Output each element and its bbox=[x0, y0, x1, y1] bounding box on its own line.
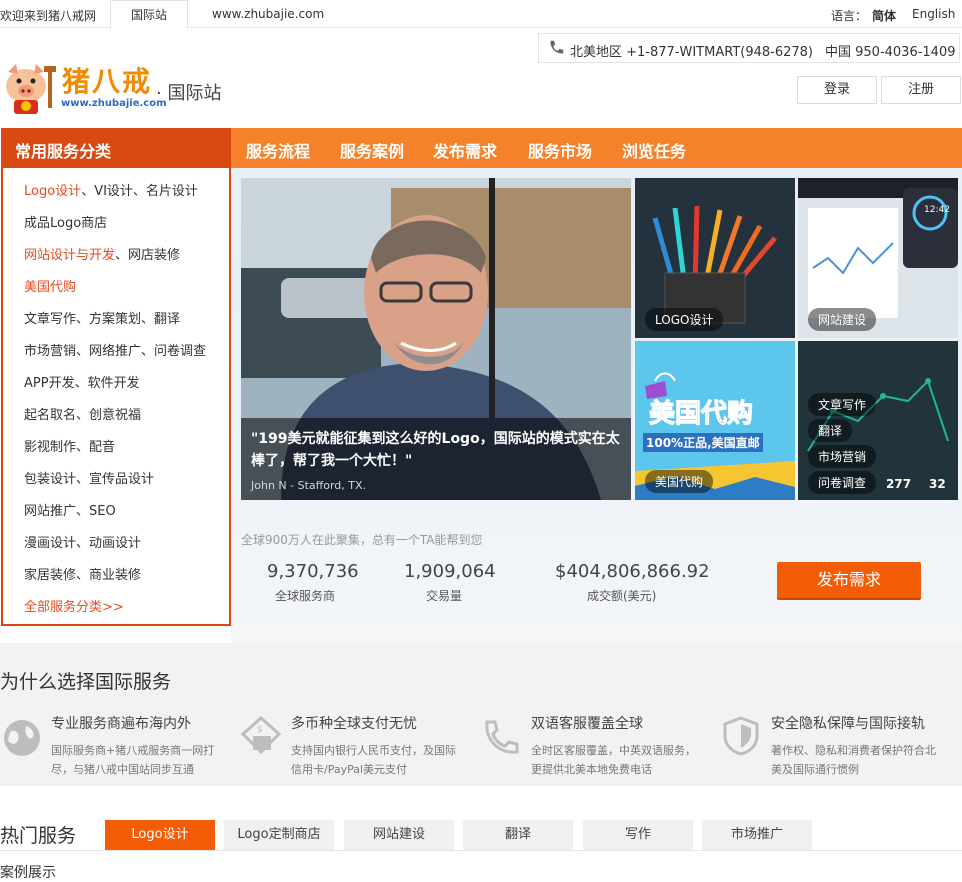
lang-simplified[interactable]: 简体 bbox=[872, 7, 896, 24]
sidebar-item-packaging[interactable]: 包装设计、宣传品设计 bbox=[24, 468, 154, 487]
tile-label-web: 网站建设 bbox=[808, 308, 877, 331]
why-item-1-desc: 国际服务商+猪八戒服务商一网打 尽，与猪八戒中国站同步互通 bbox=[51, 744, 215, 776]
sidebar-title: 常用服务分类 bbox=[1, 128, 231, 168]
sidebar-item-web-design[interactable]: 网站设计与开发、网店装修 bbox=[24, 244, 180, 263]
sidebar-item-app-dev[interactable]: APP开发、软件开发 bbox=[24, 372, 140, 391]
stat-transactions-value: 1,909,064 bbox=[404, 561, 496, 582]
link-main-site[interactable]: www.zhubajie.com bbox=[212, 7, 324, 21]
publish-request-button[interactable]: 发布需求 bbox=[777, 562, 921, 598]
nav-browse-tasks[interactable]: 浏览任务 bbox=[622, 138, 686, 162]
why-choose-title: 为什么选择国际服务 bbox=[0, 671, 172, 693]
sidebar-item-video[interactable]: 影视制作、配音 bbox=[24, 436, 115, 455]
shield-icon bbox=[723, 716, 759, 756]
pig-mascot-icon bbox=[6, 64, 56, 114]
service-category-sidebar: Logo设计、VI设计、名片设计 成品Logo商店 网站设计与开发、网店装修 美… bbox=[1, 168, 231, 626]
tile-label-writing: 文章写作 bbox=[808, 393, 877, 416]
nav-service-market[interactable]: 服务市场 bbox=[528, 138, 592, 162]
sidebar-item-marketing[interactable]: 市场营销、网络推广、问卷调查 bbox=[24, 340, 206, 359]
tile-label-survey: 问卷调查 bbox=[808, 471, 877, 494]
main-nav: 服务流程 服务案例 发布需求 服务市场 浏览任务 bbox=[231, 128, 962, 168]
hero-quote-overlay: "199美元就能征集到这么好的Logo，国际站的模式实在太棒了，帮了我一个大忙！… bbox=[241, 418, 631, 500]
phone-china: 中国 950-4036-1409 bbox=[825, 45, 956, 60]
hero-quote-text: "199美元就能征集到这么好的Logo，国际站的模式实在太棒了，帮了我一个大忙！… bbox=[251, 431, 620, 469]
why-item-1-title: 专业服务商遍布海内外 bbox=[51, 716, 191, 732]
tile-chart-value-1: 277 bbox=[886, 477, 912, 491]
top-bar: 欢迎来到猪八戒网 国际站 www.zhubajie.com 语言： 简体 Eng… bbox=[0, 0, 962, 29]
hero-quote-author: John N - Stafford, TX. bbox=[251, 479, 367, 492]
svg-text:$: $ bbox=[257, 725, 263, 735]
phone-icon bbox=[550, 40, 564, 54]
stat-providers-label: 全球服务商 bbox=[275, 589, 336, 603]
why-item-4-desc: 著作权、隐私和消费者保护符合北 美及国际通行惯例 bbox=[771, 744, 936, 776]
tile-logo-design[interactable]: LOGO设计 bbox=[635, 178, 795, 338]
tile-web-build[interactable]: 12:42 网站建设 bbox=[798, 178, 958, 338]
logo-wordmark: 猪八戒 bbox=[62, 65, 153, 98]
tab-international[interactable]: 国际站 bbox=[110, 0, 188, 29]
sidebar-item-logo-store[interactable]: 成品Logo商店 bbox=[24, 212, 107, 231]
why-item-3-desc: 全时区客服覆盖，中英双语服务， 更提供北美本地免费电话 bbox=[531, 744, 696, 776]
tile-label-daigou: 美国代购 bbox=[645, 470, 714, 493]
stat-transactions-label: 交易量 bbox=[426, 589, 463, 603]
tile-writing-marketing[interactable]: 277 32 文章写作 翻译 市场营销 问卷调查 bbox=[798, 341, 958, 500]
language-label: 语言： bbox=[831, 9, 868, 23]
login-button[interactable]: 登录 bbox=[797, 76, 877, 104]
hot-services-divider bbox=[0, 850, 962, 851]
sidebar-item-writing[interactable]: 文章写作、方案策划、翻译 bbox=[24, 308, 180, 327]
stat-volume-value: $404,806,866.92 bbox=[555, 561, 710, 582]
stat-providers-value: 9,370,736 bbox=[267, 561, 359, 582]
hot-tab-logo-design[interactable]: Logo设计 bbox=[105, 820, 215, 850]
nav-service-process[interactable]: 服务流程 bbox=[246, 138, 310, 162]
nav-service-cases[interactable]: 服务案例 bbox=[340, 138, 404, 162]
hot-tab-writing[interactable]: 写作 bbox=[583, 820, 693, 850]
why-item-2-title: 多币种全球支付无忧 bbox=[291, 716, 417, 732]
register-button[interactable]: 注册 bbox=[881, 76, 961, 104]
site-subtitle: · 国际站 bbox=[156, 83, 222, 104]
stat-volume-label: 成交额(美元) bbox=[587, 589, 657, 603]
hot-tab-web-build[interactable]: 网站建设 bbox=[344, 820, 454, 850]
sidebar-item-all-categories[interactable]: 全部服务分类>> bbox=[24, 596, 124, 615]
tile-daigou-headline: 美国代购 bbox=[648, 399, 754, 430]
tile-label-translate: 翻译 bbox=[808, 419, 853, 442]
why-item-4-title: 安全隐私保障与国际接轨 bbox=[771, 716, 925, 732]
sidebar-item-seo[interactable]: 网站推广、SEO bbox=[24, 500, 116, 519]
case-showcase-title: 案例展示 bbox=[0, 865, 56, 881]
hot-tab-logo-store[interactable]: Logo定制商店 bbox=[224, 820, 334, 850]
logo-url: www.zhubajie.com bbox=[61, 98, 167, 109]
why-item-2-desc: 支持国内银行人民币支付，及国际 信用卡/PayPal美元支付 bbox=[291, 744, 456, 776]
why-item-3-title: 双语客服覆盖全球 bbox=[531, 716, 643, 732]
customer-service-phone-icon bbox=[485, 720, 519, 754]
globe-icon bbox=[4, 720, 40, 756]
stats-caption: 全球900万人在此聚集，总有一个TA能帮到您 bbox=[241, 533, 483, 547]
sidebar-item-decoration[interactable]: 家居装修、商业装修 bbox=[24, 564, 141, 583]
payment-icon: $ bbox=[241, 716, 281, 755]
tile-us-daigou[interactable]: 美国代购 100%正品,美国直邮 美国代购 bbox=[635, 341, 795, 500]
tile-label-marketing: 市场营销 bbox=[808, 445, 877, 468]
tile-chart-value-2: 32 bbox=[929, 477, 946, 491]
sidebar-item-comic[interactable]: 漫画设计、动画设计 bbox=[24, 532, 141, 551]
sidebar-item-logo[interactable]: Logo设计、VI设计、名片设计 bbox=[24, 180, 198, 199]
tile-label-logo: LOGO设计 bbox=[645, 308, 724, 331]
hero-testimonial[interactable]: "199美元就能征集到这么好的Logo，国际站的模式实在太棒了，帮了我一个大忙！… bbox=[241, 178, 631, 500]
tile-clock-text: 12:42 bbox=[924, 205, 950, 215]
sidebar-item-naming[interactable]: 起名取名、创意祝福 bbox=[24, 404, 141, 423]
lang-english[interactable]: English bbox=[912, 7, 955, 21]
hot-services-title: 热门服务 bbox=[0, 825, 77, 847]
hot-tab-translate[interactable]: 翻译 bbox=[463, 820, 573, 850]
tile-daigou-subline: 100%正品,美国直邮 bbox=[643, 433, 763, 452]
sidebar-item-us-daigou[interactable]: 美国代购 bbox=[24, 276, 76, 295]
nav-publish-request[interactable]: 发布需求 bbox=[433, 138, 497, 162]
welcome-text: 欢迎来到猪八戒网 bbox=[0, 9, 97, 23]
phone-north-america: 北美地区 +1-877-WITMART(948-6278) bbox=[570, 45, 813, 60]
hot-tab-marketing[interactable]: 市场推广 bbox=[702, 820, 812, 850]
contact-phone-box: 北美地区 +1-877-WITMART(948-6278) 中国 950-403… bbox=[538, 33, 960, 63]
